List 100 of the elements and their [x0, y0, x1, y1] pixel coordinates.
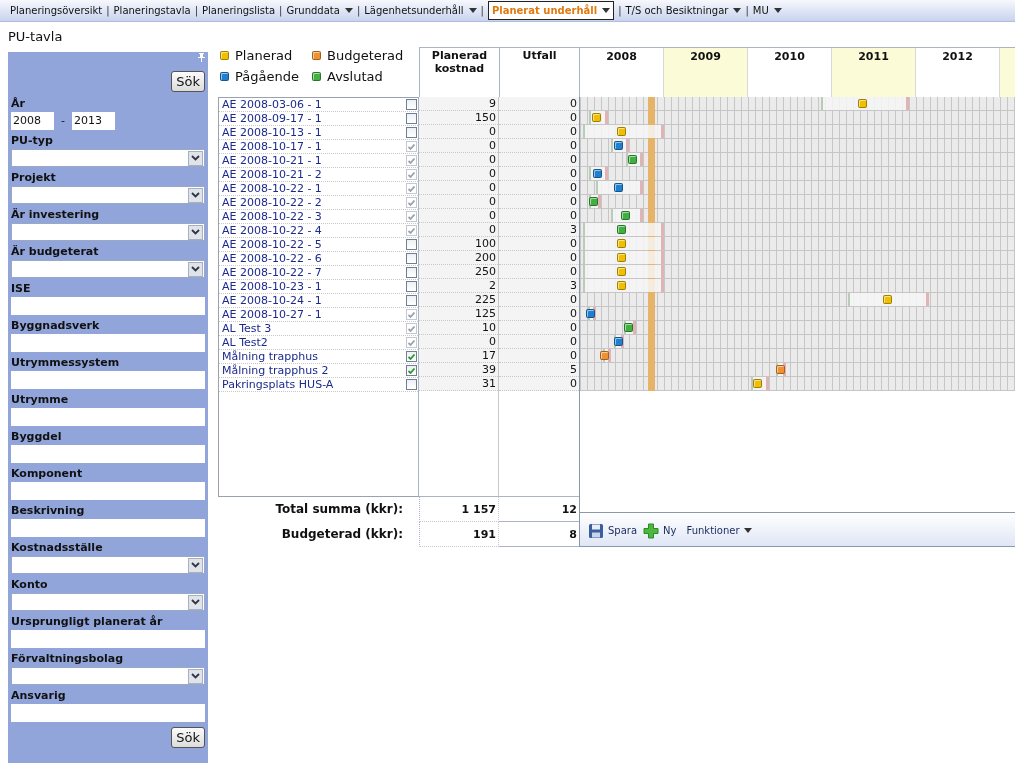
- row-name-link[interactable]: AE 2008-10-13 - 1: [222, 126, 322, 139]
- total-label: Budgeterad (kkr):: [280, 526, 404, 543]
- row-name-link[interactable]: Pakringsplats HUS-A: [222, 378, 334, 391]
- table-cell: 0: [499, 153, 579, 167]
- menu-item[interactable]: Lägenhetsunderhåll: [364, 3, 477, 18]
- legend-label: Pågående: [235, 67, 299, 86]
- row-name-link[interactable]: AE 2008-10-22 - 7: [222, 266, 322, 279]
- row-name-link[interactable]: AE 2008-10-24 - 1: [222, 294, 322, 307]
- table-cell: 0: [499, 97, 579, 111]
- field-label: Är budgeterat: [11, 244, 100, 260]
- menu-item[interactable]: Grunddata: [286, 3, 353, 18]
- table-cell: 0: [499, 307, 579, 321]
- table-cell: 0: [499, 195, 579, 209]
- table-cell: 0: [499, 139, 579, 153]
- table-cell: 0: [419, 139, 498, 153]
- field-label: Är investering: [11, 207, 101, 223]
- table-cell: 0: [419, 125, 498, 139]
- table-cell: 0: [499, 293, 579, 307]
- table-cell: 0: [419, 335, 498, 349]
- year-from-field[interactable]: 2008: [11, 112, 54, 130]
- table-cell: 3: [499, 223, 579, 237]
- table-cell: 0: [419, 209, 498, 223]
- table-cell: 0: [419, 167, 498, 181]
- table-cell: 5: [499, 363, 579, 377]
- table-cell: 10: [419, 321, 498, 335]
- table-cell: 0: [499, 251, 579, 265]
- table-cell: 200: [419, 251, 498, 265]
- legend-label: Avslutad: [327, 67, 383, 86]
- menu-separator: |: [279, 4, 283, 18]
- table-cell: 100: [419, 237, 498, 251]
- field-label: Förvaltningsbolag: [11, 651, 125, 667]
- table-cell: 8: [499, 522, 579, 547]
- total-label: Total summa (kkr):: [274, 501, 404, 518]
- table-cell: 31: [419, 377, 498, 391]
- menu-item[interactable]: Planeringstavla: [113, 3, 191, 18]
- legend-label: Planerad: [235, 46, 293, 65]
- table-cell: 3: [499, 279, 579, 293]
- row-name-link[interactable]: AE 2008-10-22 - 6: [222, 252, 322, 265]
- field-label: Ansvarig: [11, 688, 67, 704]
- field-label: Utrymmessystem: [11, 355, 121, 371]
- table-cell: 2: [419, 279, 498, 293]
- field-label: Projekt: [11, 170, 57, 186]
- table-cell: 0: [499, 321, 579, 335]
- field-label: Byggnadsverk: [11, 318, 101, 334]
- table-cell: 0: [499, 237, 579, 251]
- table-cell: 0: [499, 377, 579, 391]
- table-cell: 17: [419, 349, 498, 363]
- table-cell: 0: [419, 195, 498, 209]
- table-cell: 0: [499, 125, 579, 139]
- table-cell: 191: [419, 522, 499, 547]
- menu-item[interactable]: MU: [752, 3, 782, 18]
- menu-separator: |: [480, 4, 484, 18]
- field-label: Kostnadsställe: [11, 540, 104, 556]
- table-cell: 0: [499, 111, 579, 125]
- table-cell: 0: [499, 209, 579, 223]
- row-name-link[interactable]: AE 2008-10-23 - 1: [222, 280, 322, 293]
- field-label: Komponent: [11, 466, 84, 482]
- row-name-link[interactable]: AE 2008-09-17 - 1: [222, 112, 322, 125]
- legend-label: Budgeterad: [327, 46, 404, 65]
- row-name-link[interactable]: Målning trapphus 2: [222, 364, 329, 377]
- field-label: Konto: [11, 577, 49, 593]
- menu-separator: |: [106, 4, 110, 18]
- field-label: Ursprungligt planerat år: [11, 614, 164, 630]
- menu-item[interactable]: Planeringsöversikt: [10, 3, 103, 18]
- field-label: PU-typ: [11, 133, 54, 149]
- table-cell: 225: [419, 293, 498, 307]
- toolbar-button[interactable]: Spara: [588, 522, 638, 539]
- year-to-field[interactable]: 2013: [72, 112, 115, 130]
- range-separator: -: [61, 112, 65, 129]
- table-cell: 0: [419, 223, 498, 237]
- table-cell: 125: [419, 307, 498, 321]
- toolbar-button[interactable]: Ny: [643, 522, 677, 539]
- search-button[interactable]: Sök: [171, 727, 205, 748]
- table-cell: 0: [499, 181, 579, 195]
- table-cell: 0: [499, 349, 579, 363]
- menu-item[interactable]: Planeringslista: [202, 3, 276, 18]
- row-name-link[interactable]: Målning trapphus: [222, 350, 318, 363]
- table-cell: 150: [419, 111, 498, 125]
- field-label: Utrymme: [11, 392, 70, 408]
- table-cell: 0: [419, 153, 498, 167]
- menu-separator: |: [356, 4, 361, 18]
- table-cell: 9: [419, 97, 498, 111]
- toolbar-button[interactable]: Funktioner: [682, 523, 752, 538]
- field-label: År: [11, 96, 26, 112]
- year-header: 2009: [664, 48, 748, 97]
- table-cell: 39: [419, 363, 498, 377]
- row-name-link[interactable]: AE 2008-10-22 - 5: [222, 238, 322, 251]
- menu-separator: |: [618, 4, 622, 18]
- row-name-link[interactable]: AE 2008-03-06 - 1: [222, 98, 322, 111]
- table-cell: 0: [499, 265, 579, 279]
- menu-separator: |: [194, 4, 199, 18]
- search-button[interactable]: Sök: [171, 71, 205, 92]
- table-cell: 250: [419, 265, 498, 279]
- field-label: Byggdel: [11, 429, 63, 445]
- menu-item[interactable]: T/S och Besiktningar: [625, 3, 742, 18]
- table-cell: 0: [419, 181, 498, 195]
- page-title: PU-tavla: [7, 28, 64, 46]
- table-cell: 12: [499, 497, 579, 522]
- menu-separator: |: [745, 4, 749, 18]
- table-cell: 1 157: [419, 497, 499, 522]
